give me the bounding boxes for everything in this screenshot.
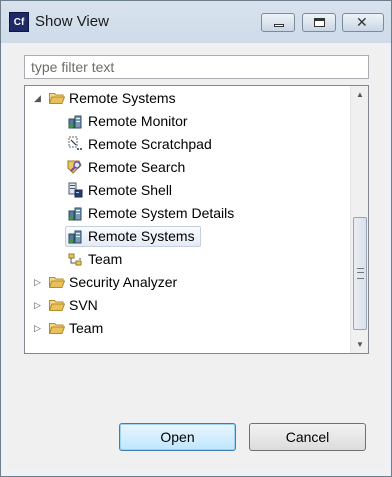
folder-icon	[49, 277, 65, 288]
tree-folder-label: Remote Systems	[69, 90, 176, 106]
team-icon	[68, 253, 82, 266]
tree-item-label: Remote Search	[88, 159, 186, 175]
tree-folder-label: Security Analyzer	[69, 274, 178, 290]
scroll-up-icon[interactable]: ▲	[351, 86, 368, 103]
dialog-title: Show View	[35, 13, 109, 30]
open-button[interactable]: Open	[119, 423, 236, 451]
remote-monitor-icon	[68, 115, 82, 129]
minimize-icon	[274, 24, 284, 27]
tree-item-remote-scratchpad[interactable]: Remote Scratchpad	[25, 133, 345, 156]
tree-folder-team[interactable]: ▷ Team	[25, 317, 345, 340]
tree-item-label: Remote Shell	[88, 182, 173, 198]
tree-item-label: Remote Scratchpad	[88, 136, 212, 152]
folder-icon	[49, 300, 65, 311]
tree-item-remote-system-details[interactable]: Remote System Details	[25, 202, 345, 225]
tree-folder-label: Team	[69, 320, 104, 336]
vertical-scrollbar[interactable]: ▲ ▼	[350, 86, 368, 353]
filter-input[interactable]	[24, 55, 369, 79]
scroll-down-icon[interactable]: ▼	[351, 336, 368, 353]
collapsed-arrow-icon[interactable]: ▷	[34, 271, 44, 294]
search-icon	[67, 160, 82, 174]
tree-folder-label: SVN	[69, 297, 98, 313]
shell-icon	[68, 182, 83, 198]
tree-folder-svn[interactable]: ▷ SVN	[25, 294, 345, 317]
grip-icon	[357, 268, 364, 279]
tree-folder-security-analyzer[interactable]: ▷ Security Analyzer	[25, 271, 345, 294]
folder-icon	[49, 323, 65, 334]
show-view-dialog: Cf Show View ✕ ◢ Remote Systems	[0, 0, 392, 477]
tree-item-label: Remote System Details	[88, 205, 235, 221]
cancel-button[interactable]: Cancel	[249, 423, 366, 451]
collapsed-arrow-icon[interactable]: ▷	[34, 317, 44, 340]
close-button[interactable]: ✕	[342, 13, 384, 32]
scratchpad-icon	[68, 136, 82, 150]
tree-item-remote-systems[interactable]: Remote Systems	[25, 225, 345, 248]
open-folder-icon	[49, 93, 65, 104]
app-icon: Cf	[9, 12, 29, 32]
minimize-button[interactable]	[261, 13, 295, 32]
tree-item-team[interactable]: Team	[25, 248, 345, 271]
maximize-button[interactable]	[302, 13, 336, 32]
tree-folder-remote-systems[interactable]: ◢ Remote Systems	[25, 87, 345, 110]
tree-item-label: Team	[88, 251, 123, 267]
system-details-icon	[68, 207, 82, 221]
tree-item-label: Remote Systems	[88, 228, 195, 244]
tree-item-remote-shell[interactable]: Remote Shell	[25, 179, 345, 202]
close-icon: ✕	[356, 14, 368, 30]
view-tree[interactable]: ◢ Remote Systems Remote Monitor Remote S…	[24, 85, 369, 354]
tree-item-remote-search[interactable]: Remote Search	[25, 156, 345, 179]
collapsed-arrow-icon[interactable]: ▷	[34, 294, 44, 317]
title-bar[interactable]: Cf Show View ✕	[1, 1, 391, 43]
expanded-arrow-icon[interactable]: ◢	[34, 87, 44, 110]
remote-systems-icon	[68, 230, 82, 244]
tree-item-label: Remote Monitor	[88, 113, 188, 129]
scroll-thumb[interactable]	[353, 217, 367, 330]
maximize-icon	[314, 18, 325, 27]
tree-item-remote-monitor[interactable]: Remote Monitor	[25, 110, 345, 133]
